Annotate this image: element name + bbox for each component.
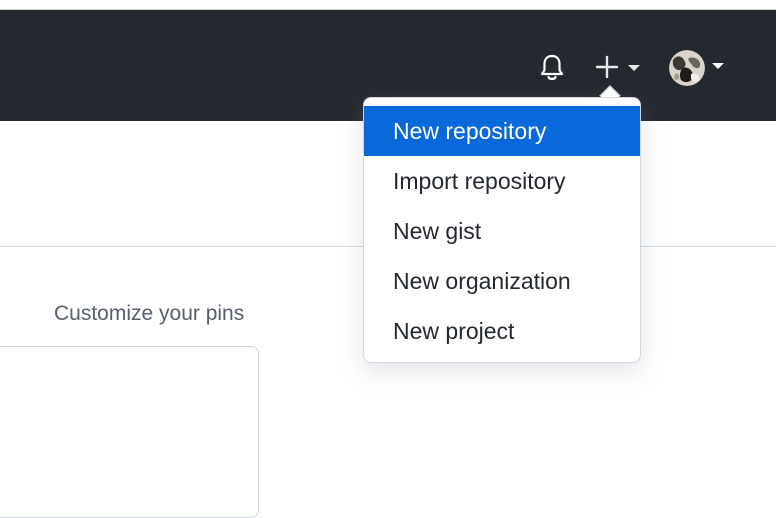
top-border <box>0 0 776 10</box>
chevron-down-icon <box>712 63 724 69</box>
avatar-image <box>669 50 705 86</box>
menu-item-import-repository[interactable]: Import repository <box>364 156 640 206</box>
create-new-button[interactable] <box>590 50 646 84</box>
pinned-repo-card[interactable] <box>0 346 259 518</box>
menu-item-new-organization[interactable]: New organization <box>364 256 640 306</box>
menu-item-new-project[interactable]: New project <box>364 306 640 356</box>
create-new-dropdown: New repository Import repository New gis… <box>363 97 641 363</box>
bell-icon <box>540 54 564 80</box>
avatar <box>669 50 705 86</box>
profile-menu-button[interactable] <box>666 46 730 88</box>
customize-pins-link[interactable]: Customize your pins <box>54 302 244 326</box>
dropdown-caret <box>600 87 620 97</box>
create-new-glyphs <box>595 55 640 79</box>
menu-item-new-gist[interactable]: New gist <box>364 206 640 256</box>
chevron-down-icon <box>628 65 640 71</box>
notifications-button[interactable] <box>535 50 569 84</box>
menu-item-new-repository[interactable]: New repository <box>364 106 640 156</box>
plus-icon <box>595 55 619 79</box>
